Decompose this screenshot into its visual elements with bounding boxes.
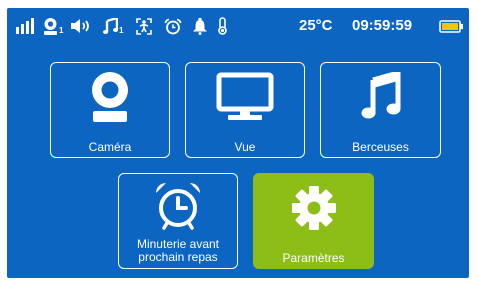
thermometer-icon xyxy=(217,17,228,35)
signal-strength-icon xyxy=(16,17,34,35)
camera-menu-tile[interactable]: Caméra xyxy=(50,62,170,158)
motion-sensor-icon xyxy=(135,17,153,35)
settings-label: Paramètres xyxy=(282,251,345,265)
volume-icon xyxy=(70,17,92,35)
camera-count-indicator: 1 xyxy=(43,17,63,35)
camera-label: Caméra xyxy=(88,140,132,154)
camera-icon xyxy=(92,72,128,122)
view-menu-tile[interactable]: Vue xyxy=(185,62,305,158)
music-note-icon xyxy=(361,72,400,119)
temperature-readout: 25°C xyxy=(299,17,333,34)
feeding-timer-label-line2: prochain repas xyxy=(138,250,218,264)
alarm-icon xyxy=(164,17,182,35)
gear-icon xyxy=(291,186,336,230)
clock-readout: 09:59:59 xyxy=(352,17,413,34)
lullaby-indicator: 1 xyxy=(103,17,123,35)
lullabies-label: Berceuses xyxy=(352,140,409,154)
status-bar: 1 1 25°C 09:59:59 xyxy=(7,8,469,44)
lullaby-icon xyxy=(103,18,118,34)
monitor-icon xyxy=(216,72,274,120)
view-label: Vue xyxy=(234,140,256,154)
camera-count: 1 xyxy=(59,25,64,35)
camera-count-icon xyxy=(44,17,57,35)
settings-menu-tile[interactable]: Paramètres xyxy=(253,173,374,269)
alarm-clock-icon xyxy=(156,183,200,230)
lullaby-count: 1 xyxy=(119,25,124,35)
battery-icon xyxy=(439,17,464,35)
feeding-timer-menu-tile[interactable]: Minuterie avant prochain repas xyxy=(118,173,238,269)
baby-monitor-screen: 1 1 25°C 09:59:59 Caméra Vue Berceuses M… xyxy=(7,8,469,278)
lullabies-menu-tile[interactable]: Berceuses xyxy=(320,62,441,158)
notification-bell-icon xyxy=(192,17,208,35)
feeding-timer-label-line1: Minuterie avant xyxy=(136,237,220,251)
